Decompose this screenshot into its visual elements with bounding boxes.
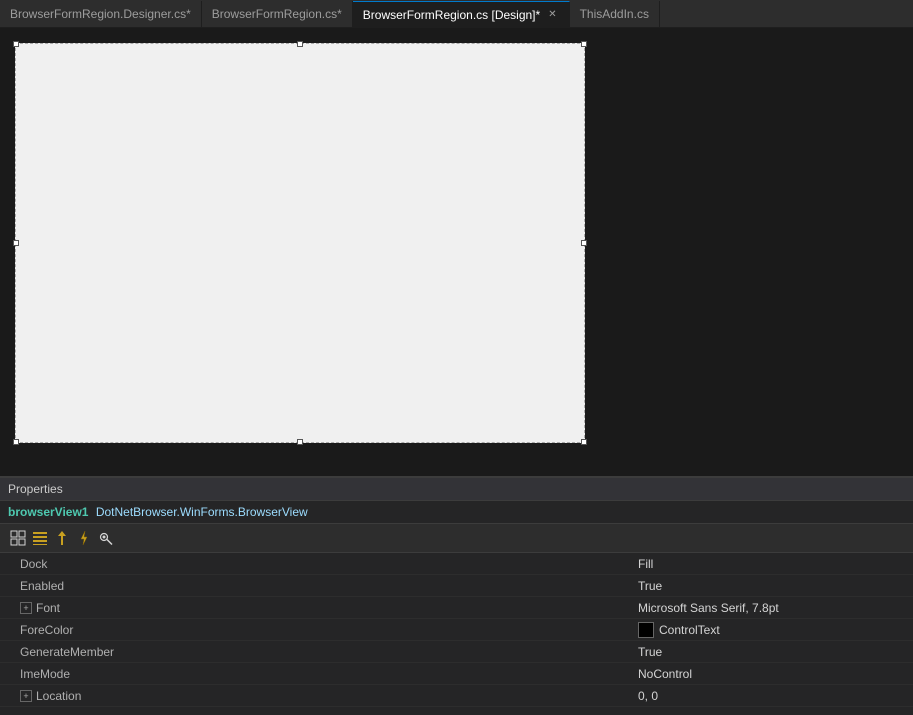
prop-dock-value: Fill [630,557,913,571]
prop-font-name: + Font [0,601,630,615]
prop-row-location[interactable]: + Location 0, 0 [0,685,913,707]
handle-br[interactable] [581,439,587,445]
tab-design[interactable]: BrowserFormRegion.cs [Design]* ✕ [353,1,570,27]
grid-icon[interactable] [8,528,28,548]
prop-row-forecolor[interactable]: ForeColor ControlText [0,619,913,641]
tab-design-label: BrowserFormRegion.cs [Design]* [363,8,540,22]
tab-designer-label: BrowserFormRegion.Designer.cs* [10,7,191,21]
object-type: DotNetBrowser.WinForms.BrowserView [96,505,308,519]
prop-imemode-value: NoControl [630,667,913,681]
location-expand-icon[interactable]: + [20,690,32,702]
handle-tr[interactable] [581,41,587,47]
handle-bm[interactable] [297,439,303,445]
forecolor-swatch [638,622,654,638]
prop-location-name: + Location [0,689,630,703]
handle-rm[interactable] [581,240,587,246]
prop-row-enabled[interactable]: Enabled True [0,575,913,597]
properties-title: Properties [8,482,63,496]
handle-tl[interactable] [13,41,19,47]
tab-cs[interactable]: BrowserFormRegion.cs* [202,1,353,27]
events-icon[interactable] [52,528,72,548]
handle-lm[interactable] [13,240,19,246]
handle-bl[interactable] [13,439,19,445]
prop-row-imemode[interactable]: ImeMode NoControl [0,663,913,685]
prop-generatemember-name: GenerateMember [0,645,630,659]
prop-row-generatemember[interactable]: GenerateMember True [0,641,913,663]
list-icon[interactable] [30,528,50,548]
prop-enabled-value: True [630,579,913,593]
properties-toolbar [0,524,913,553]
design-area [0,28,913,476]
form-canvas[interactable] [15,43,585,443]
tab-designer[interactable]: BrowserFormRegion.Designer.cs* [0,1,202,27]
properties-header: Properties [0,478,913,501]
prop-imemode-name: ImeMode [0,667,630,681]
prop-enabled-name: Enabled [0,579,630,593]
prop-forecolor-value: ControlText [630,622,913,638]
tab-design-close[interactable]: ✕ [546,9,558,20]
properties-panel: Properties browserView1 DotNetBrowser.Wi… [0,476,913,715]
tab-bar: BrowserFormRegion.Designer.cs* BrowserFo… [0,0,913,28]
key-icon[interactable] [96,528,116,548]
prop-row-font[interactable]: + Font Microsoft Sans Serif, 7.8pt [0,597,913,619]
lightning-icon[interactable] [74,528,94,548]
properties-object-info: browserView1 DotNetBrowser.WinForms.Brow… [0,501,913,524]
tab-cs-label: BrowserFormRegion.cs* [212,7,342,21]
font-expand-icon[interactable]: + [20,602,32,614]
prop-generatemember-value: True [630,645,913,659]
object-name: browserView1 [8,505,88,519]
prop-location-value: 0, 0 [630,689,913,703]
handle-tm[interactable] [297,41,303,47]
prop-font-value: Microsoft Sans Serif, 7.8pt [630,601,913,615]
prop-forecolor-name: ForeColor [0,623,630,637]
tab-addin[interactable]: ThisAddIn.cs [570,1,660,27]
prop-row-dock[interactable]: Dock Fill [0,553,913,575]
tab-addin-label: ThisAddIn.cs [580,7,649,21]
prop-dock-name: Dock [0,557,630,571]
